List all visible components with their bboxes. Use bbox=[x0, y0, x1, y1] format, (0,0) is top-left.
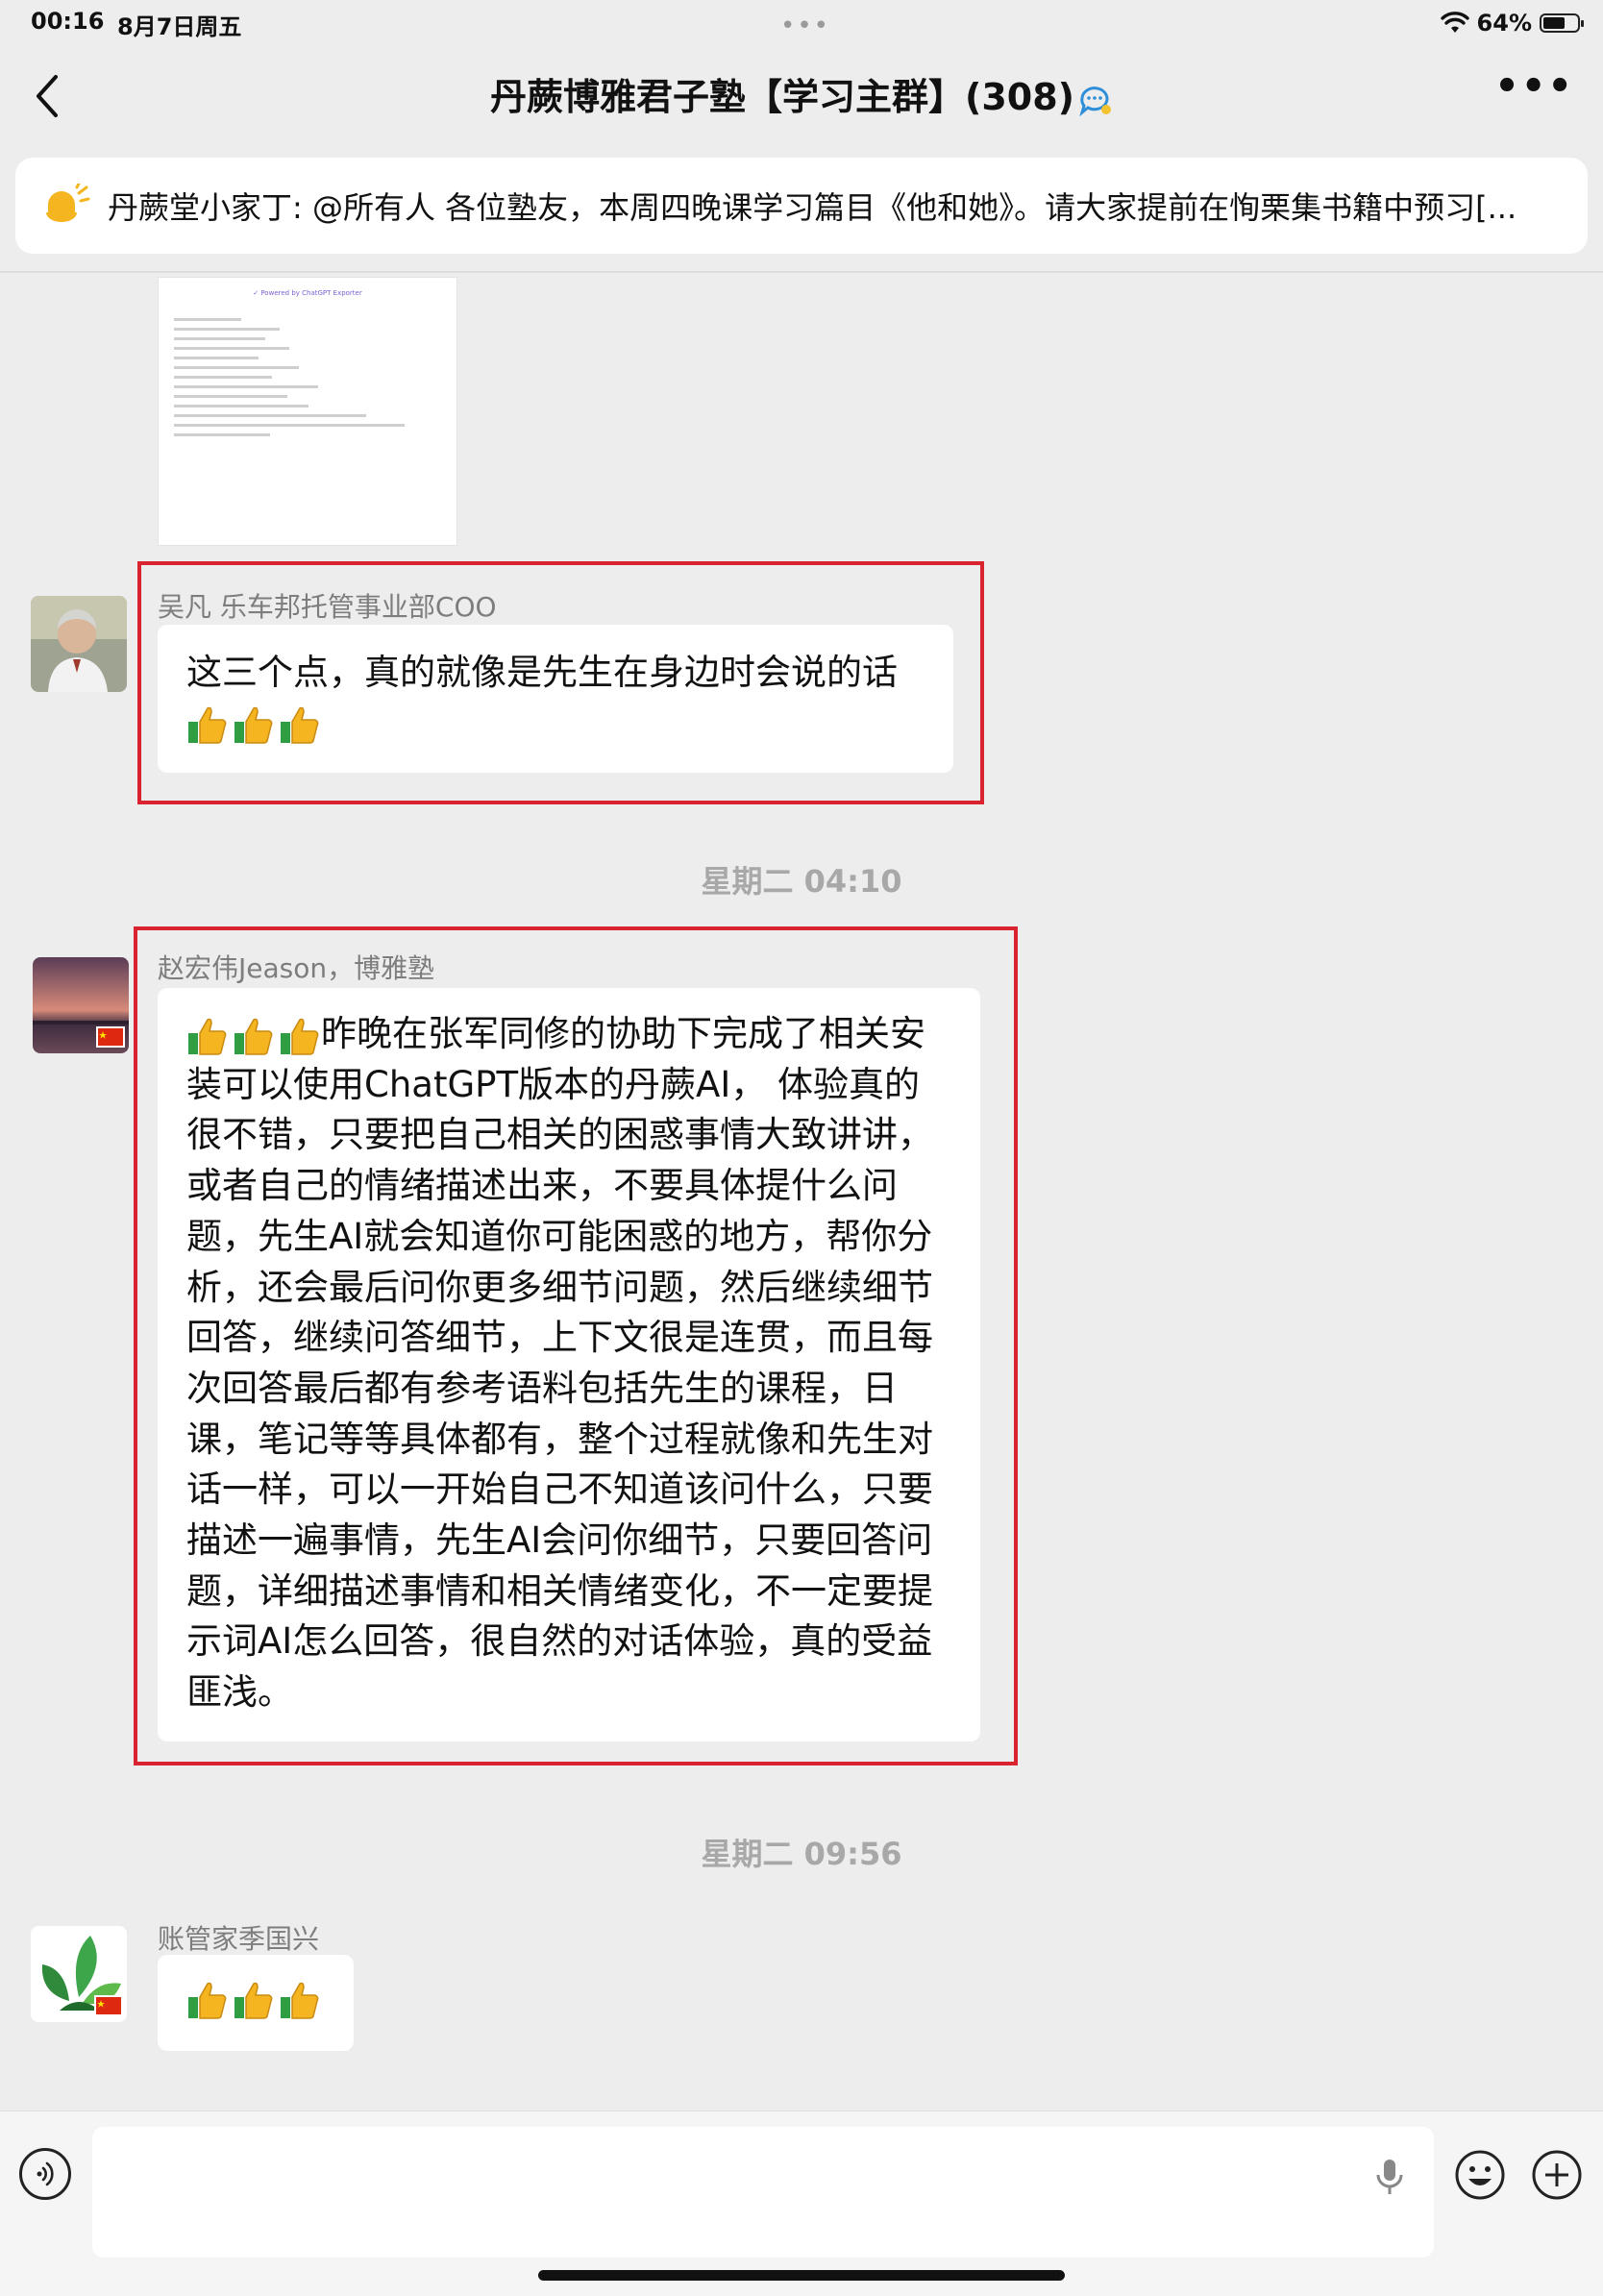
message-text: 这三个点，真的就像是先生在身边时会说的话 bbox=[186, 648, 925, 749]
emoji-icon bbox=[1455, 2150, 1505, 2200]
message-bubble[interactable]: 昨晚在张军同修的协助下完成了相关安装可以使用ChatGPT版本的丹蕨AI， 体验… bbox=[158, 988, 980, 1741]
plus-button[interactable] bbox=[1530, 2148, 1584, 2202]
image-text-line bbox=[174, 337, 265, 340]
thumbs-up-icon bbox=[188, 1982, 227, 2019]
home-indicator[interactable] bbox=[538, 2270, 1065, 2281]
avatar-photo bbox=[33, 957, 129, 1053]
image-text-line bbox=[174, 433, 270, 436]
thumbs-up-icon bbox=[188, 706, 227, 744]
status-right: 64% bbox=[1440, 8, 1584, 38]
emoji-button[interactable] bbox=[1453, 2148, 1507, 2202]
status-bar: 00:16 8月7日周五 ••• 64% bbox=[0, 0, 1603, 48]
thumbs-up-emojis bbox=[186, 704, 321, 745]
image-text-line bbox=[174, 414, 366, 417]
chat-bubble-icon bbox=[1079, 86, 1112, 116]
avatar[interactable] bbox=[31, 596, 127, 692]
sender-name: 账管家季国兴 bbox=[158, 1923, 320, 1955]
message-bubble[interactable]: 这三个点，真的就像是先生在身边时会说的话 bbox=[158, 625, 953, 773]
image-text-line bbox=[174, 357, 259, 359]
sender-name: 吴凡 乐车邦托管事业部COO bbox=[158, 591, 497, 623]
thumbs-up-icon bbox=[234, 1982, 273, 2019]
more-dots-icon[interactable]: ••• bbox=[1494, 67, 1574, 106]
timestamp: 星期二 09:56 bbox=[701, 1836, 902, 1872]
page-title: 丹蕨博雅君子塾【学习主群】(308) bbox=[0, 67, 1603, 120]
wifi-icon bbox=[1440, 12, 1469, 33]
thumbs-up-emojis bbox=[186, 1016, 321, 1056]
plus-icon bbox=[1532, 2150, 1582, 2200]
battery-icon bbox=[1540, 13, 1584, 33]
message-text: 昨晚在张军同修的协助下完成了相关安装可以使用ChatGPT版本的丹蕨AI， 体验… bbox=[186, 1009, 951, 1718]
status-date: 8月7日周五 bbox=[117, 13, 242, 40]
battery-percent: 64% bbox=[1476, 10, 1532, 37]
image-text-line bbox=[174, 385, 318, 388]
thumbs-up-icon bbox=[281, 1018, 319, 1055]
sender-name: 赵宏伟Jeason，博雅塾 bbox=[158, 952, 435, 984]
image-text-line bbox=[174, 328, 280, 331]
message-text-content: 昨晚在张军同修的协助下完成了相关安装可以使用ChatGPT版本的丹蕨AI， 体验… bbox=[186, 1013, 933, 1714]
thumbs-up-icon bbox=[188, 1018, 227, 1055]
avatar-photo bbox=[31, 1926, 127, 2022]
divider bbox=[0, 271, 1603, 273]
avatar[interactable] bbox=[31, 1926, 127, 2022]
thumbs-up-emojis bbox=[186, 1980, 321, 2020]
image-text-line bbox=[174, 376, 272, 379]
thumbs-up-icon bbox=[281, 706, 319, 744]
avatar[interactable] bbox=[33, 957, 129, 1053]
megaphone-icon bbox=[46, 184, 90, 222]
battery-fill bbox=[1543, 17, 1565, 29]
image-message[interactable]: ✓ Powered by ChatGPT Exporter bbox=[158, 277, 457, 546]
image-text-line bbox=[174, 424, 405, 427]
nav-bar: 丹蕨博雅君子塾【学习主群】(308) ••• bbox=[0, 48, 1603, 144]
voice-button[interactable] bbox=[19, 2148, 71, 2200]
image-text-line bbox=[174, 347, 289, 350]
voice-icon bbox=[37, 2161, 54, 2186]
announcement-banner[interactable]: 丹蕨堂小家丁: @所有人 各位塾友，本周四晚课学习篇目《他和她》。请大家提前在恂… bbox=[15, 158, 1588, 254]
thumbs-up-icon bbox=[281, 1982, 319, 2019]
thumbs-up-icon bbox=[234, 1018, 273, 1055]
message-text-content: 这三个点，真的就像是先生在身边时会说的话 bbox=[186, 652, 898, 693]
avatar-photo bbox=[31, 596, 127, 692]
thumbs-up-icon bbox=[234, 706, 273, 744]
message-input[interactable] bbox=[92, 2127, 1434, 2258]
image-text-line bbox=[174, 405, 308, 407]
image-text-line bbox=[174, 318, 241, 321]
image-text-line bbox=[174, 395, 287, 398]
status-time: 00:16 bbox=[31, 8, 105, 35]
mic-icon[interactable] bbox=[1372, 2156, 1407, 2198]
timestamp: 星期二 04:10 bbox=[701, 863, 902, 900]
message-bubble[interactable] bbox=[158, 1955, 354, 2051]
image-header: ✓ Powered by ChatGPT Exporter bbox=[253, 289, 362, 297]
group-name: 丹蕨博雅君子塾【学习主群】(308) bbox=[489, 76, 1075, 118]
input-bar bbox=[0, 2111, 1603, 2296]
multitask-dots-icon[interactable]: ••• bbox=[780, 12, 830, 40]
image-text-line bbox=[174, 366, 299, 369]
announcement-text: 丹蕨堂小家丁: @所有人 各位塾友，本周四晚课学习篇目《他和她》。请大家提前在恂… bbox=[108, 189, 1517, 226]
